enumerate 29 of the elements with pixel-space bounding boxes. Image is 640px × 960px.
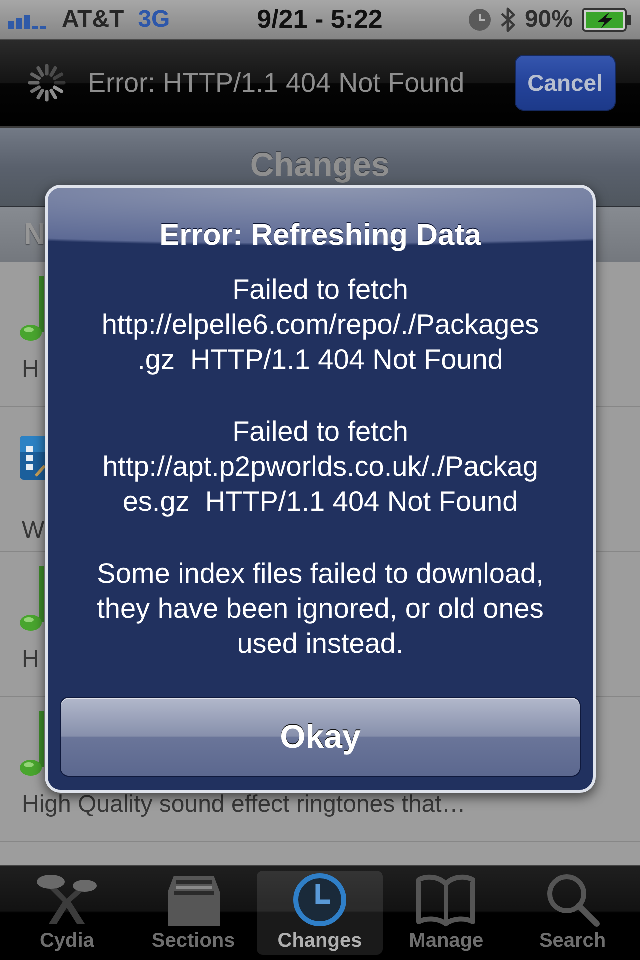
tab[interactable]: Cydia — [4, 871, 130, 955]
tab[interactable]: Search — [510, 871, 636, 955]
package-description: H — [22, 645, 40, 675]
cancel-button[interactable]: Cancel — [514, 55, 616, 111]
book-icon — [416, 872, 476, 928]
okay-button[interactable]: Okay — [60, 697, 581, 777]
tab[interactable]: Changes — [256, 871, 384, 955]
spinner-icon — [28, 64, 66, 102]
status-time: 9/21 - 5:22 — [257, 4, 383, 35]
alert-message: Failed to fetch http://apt.p2pworlds.co.uk/./Packag es.gz HTTP/1.1 404 Not Found — [102, 415, 540, 519]
alert-message: Some index files failed to download, they have been ignored, or old ones used instead. — [96, 557, 545, 661]
alert-title: Error: Refreshing Data — [158, 218, 482, 254]
nav-title: Changes — [250, 146, 390, 184]
clock-icon — [468, 8, 491, 30]
package-description: W — [22, 516, 45, 546]
tab[interactable]: Sections — [130, 871, 257, 955]
package-description: High Quality sound effect ringtones that… — [22, 790, 466, 820]
alert-message: Failed to fetch http://elpelle6.com/repo/./Packages .gz HTTP/1.1 404 Not Found — [100, 273, 540, 377]
music-note-icon — [20, 565, 44, 631]
package-description: H — [22, 355, 40, 385]
battery-charging-icon — [582, 8, 632, 32]
music-note-icon — [20, 275, 44, 341]
music-note-icon — [20, 710, 44, 776]
carrier-name: AT&T — [62, 6, 124, 34]
error-message: Error: HTTP/1.1 404 Not Found — [88, 68, 466, 98]
bluetooth-icon — [500, 6, 516, 34]
network-type: 3G — [138, 6, 170, 34]
tab[interactable]: Manage — [383, 871, 510, 955]
battery-percent: 90% — [524, 6, 573, 34]
